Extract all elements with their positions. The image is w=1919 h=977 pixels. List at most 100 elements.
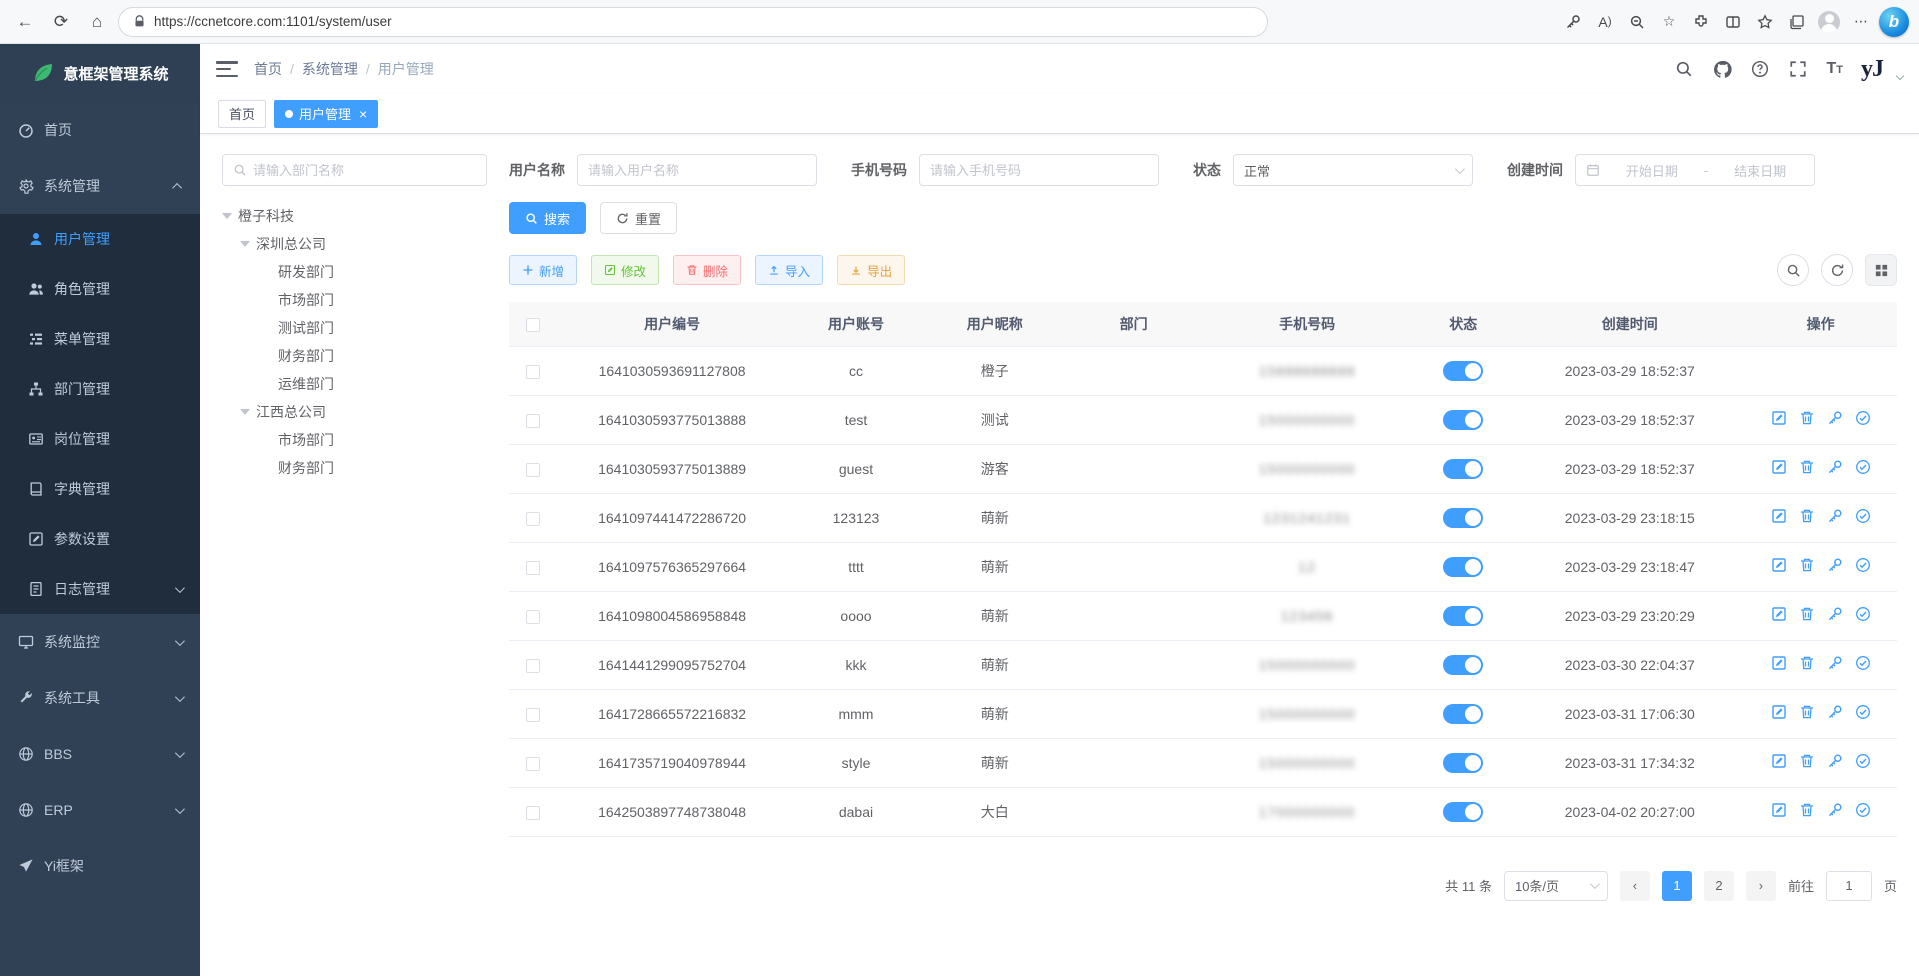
goto-page-input[interactable] xyxy=(1826,871,1872,901)
sidebar-item-param-settings[interactable]: 参数设置 xyxy=(0,514,200,564)
delete-icon[interactable] xyxy=(1799,704,1815,720)
hamburger-icon[interactable] xyxy=(216,61,238,77)
phone-input[interactable] xyxy=(930,163,1148,178)
tree-node-dept[interactable]: 财务部门 xyxy=(222,342,487,370)
reset-password-icon[interactable] xyxy=(1827,655,1843,671)
delete-button[interactable]: 删除 xyxy=(673,255,741,285)
status-toggle[interactable] xyxy=(1443,704,1483,724)
search-button[interactable]: 搜索 xyxy=(509,202,586,234)
app-logo[interactable]: 意框架管理系统 xyxy=(0,44,200,102)
sidebar-item-user-mgmt[interactable]: 用户管理 xyxy=(0,214,200,264)
export-button[interactable]: 导出 xyxy=(837,255,905,285)
edit-icon[interactable] xyxy=(1771,704,1787,720)
collections-icon[interactable] xyxy=(1783,8,1811,36)
reset-password-icon[interactable] xyxy=(1827,802,1843,818)
row-checkbox[interactable] xyxy=(526,414,540,428)
delete-icon[interactable] xyxy=(1799,557,1815,573)
sidebar-item-log-mgmt[interactable]: 日志管理 xyxy=(0,564,200,614)
row-checkbox[interactable] xyxy=(526,561,540,575)
row-checkbox[interactable] xyxy=(526,610,540,624)
assign-role-icon[interactable] xyxy=(1855,557,1871,573)
add-button[interactable]: 新增 xyxy=(509,255,577,285)
tree-node-dept[interactable]: 测试部门 xyxy=(222,314,487,342)
sidebar-item-role-mgmt[interactable]: 角色管理 xyxy=(0,264,200,314)
page-button-2[interactable]: 2 xyxy=(1704,871,1734,901)
split-screen-icon[interactable] xyxy=(1719,8,1747,36)
status-toggle[interactable] xyxy=(1443,459,1483,479)
delete-icon[interactable] xyxy=(1799,655,1815,671)
github-icon[interactable] xyxy=(1712,59,1732,79)
tree-node-dept[interactable]: 运维部门 xyxy=(222,370,487,398)
refresh-table-icon[interactable] xyxy=(1821,254,1853,286)
tree-node-branch[interactable]: 深圳总公司 xyxy=(222,230,487,258)
row-checkbox[interactable] xyxy=(526,806,540,820)
page-size-select[interactable]: 10条/页 xyxy=(1504,871,1608,901)
zoom-icon[interactable] xyxy=(1623,8,1651,36)
url-input[interactable] xyxy=(154,14,1253,29)
toggle-search-icon[interactable] xyxy=(1777,254,1809,286)
status-toggle[interactable] xyxy=(1443,606,1483,626)
status-toggle[interactable] xyxy=(1443,410,1483,430)
delete-icon[interactable] xyxy=(1799,410,1815,426)
back-icon[interactable]: ← xyxy=(10,7,40,37)
search-icon[interactable] xyxy=(1674,59,1694,79)
tree-node-company[interactable]: 橙子科技 xyxy=(222,202,487,230)
edit-icon[interactable] xyxy=(1771,557,1787,573)
delete-icon[interactable] xyxy=(1799,753,1815,769)
column-settings-icon[interactable] xyxy=(1865,254,1897,286)
import-button[interactable]: 导入 xyxy=(755,255,823,285)
read-aloud-icon[interactable]: A) xyxy=(1591,8,1619,36)
edit-icon[interactable] xyxy=(1771,606,1787,622)
font-size-icon[interactable]: TT xyxy=(1826,60,1843,78)
row-checkbox[interactable] xyxy=(526,512,540,526)
edit-icon[interactable] xyxy=(1771,655,1787,671)
reset-password-icon[interactable] xyxy=(1827,704,1843,720)
assign-role-icon[interactable] xyxy=(1855,802,1871,818)
sidebar-item-menu-mgmt[interactable]: 菜单管理 xyxy=(0,314,200,364)
sidebar-item-post-mgmt[interactable]: 岗位管理 xyxy=(0,414,200,464)
fullscreen-icon[interactable] xyxy=(1788,59,1808,79)
help-icon[interactable] xyxy=(1750,59,1770,79)
bing-discover-icon[interactable]: b xyxy=(1879,7,1909,37)
row-checkbox[interactable] xyxy=(526,757,540,771)
select-all-checkbox[interactable] xyxy=(526,318,540,332)
row-checkbox[interactable] xyxy=(526,659,540,673)
reset-password-icon[interactable] xyxy=(1827,753,1843,769)
edit-button[interactable]: 修改 xyxy=(591,255,659,285)
tree-node-dept[interactable]: 市场部门 xyxy=(222,286,487,314)
reset-password-icon[interactable] xyxy=(1827,459,1843,475)
prev-page-button[interactable]: ‹ xyxy=(1620,871,1650,901)
reset-password-icon[interactable] xyxy=(1827,606,1843,622)
assign-role-icon[interactable] xyxy=(1855,459,1871,475)
edit-icon[interactable] xyxy=(1771,459,1787,475)
refresh-page-icon[interactable]: ⟳ xyxy=(46,7,76,37)
reset-password-icon[interactable] xyxy=(1827,508,1843,524)
edit-icon[interactable] xyxy=(1771,508,1787,524)
edit-icon[interactable] xyxy=(1771,410,1787,426)
row-checkbox[interactable] xyxy=(526,708,540,722)
address-bar[interactable] xyxy=(118,7,1268,37)
sidebar-item-home[interactable]: 首页 xyxy=(0,102,200,158)
reset-password-icon[interactable] xyxy=(1827,410,1843,426)
sidebar-item-bbs[interactable]: BBS xyxy=(0,726,200,782)
breadcrumb-section[interactable]: 系统管理 xyxy=(302,59,358,79)
tree-node-dept[interactable]: 市场部门 xyxy=(222,426,487,454)
tree-node-dept[interactable]: 财务部门 xyxy=(222,454,487,482)
delete-icon[interactable] xyxy=(1799,802,1815,818)
status-select[interactable]: 正常 xyxy=(1233,154,1473,186)
sidebar-item-dict-mgmt[interactable]: 字典管理 xyxy=(0,464,200,514)
breadcrumb-home[interactable]: 首页 xyxy=(254,59,282,79)
assign-role-icon[interactable] xyxy=(1855,655,1871,671)
username-input[interactable] xyxy=(588,163,806,178)
status-toggle[interactable] xyxy=(1443,753,1483,773)
tab-home[interactable]: 首页 xyxy=(218,100,266,128)
sidebar-item-erp[interactable]: ERP xyxy=(0,782,200,838)
delete-icon[interactable] xyxy=(1799,508,1815,524)
home-icon[interactable]: ⌂ xyxy=(82,7,112,37)
tree-caret-icon[interactable] xyxy=(222,213,232,224)
sidebar-item-tools[interactable]: 系统工具 xyxy=(0,670,200,726)
tree-node-dept[interactable]: 研发部门 xyxy=(222,258,487,286)
status-toggle[interactable] xyxy=(1443,508,1483,528)
more-menu-icon[interactable]: ⋯ xyxy=(1847,8,1875,36)
reset-password-icon[interactable] xyxy=(1827,557,1843,573)
